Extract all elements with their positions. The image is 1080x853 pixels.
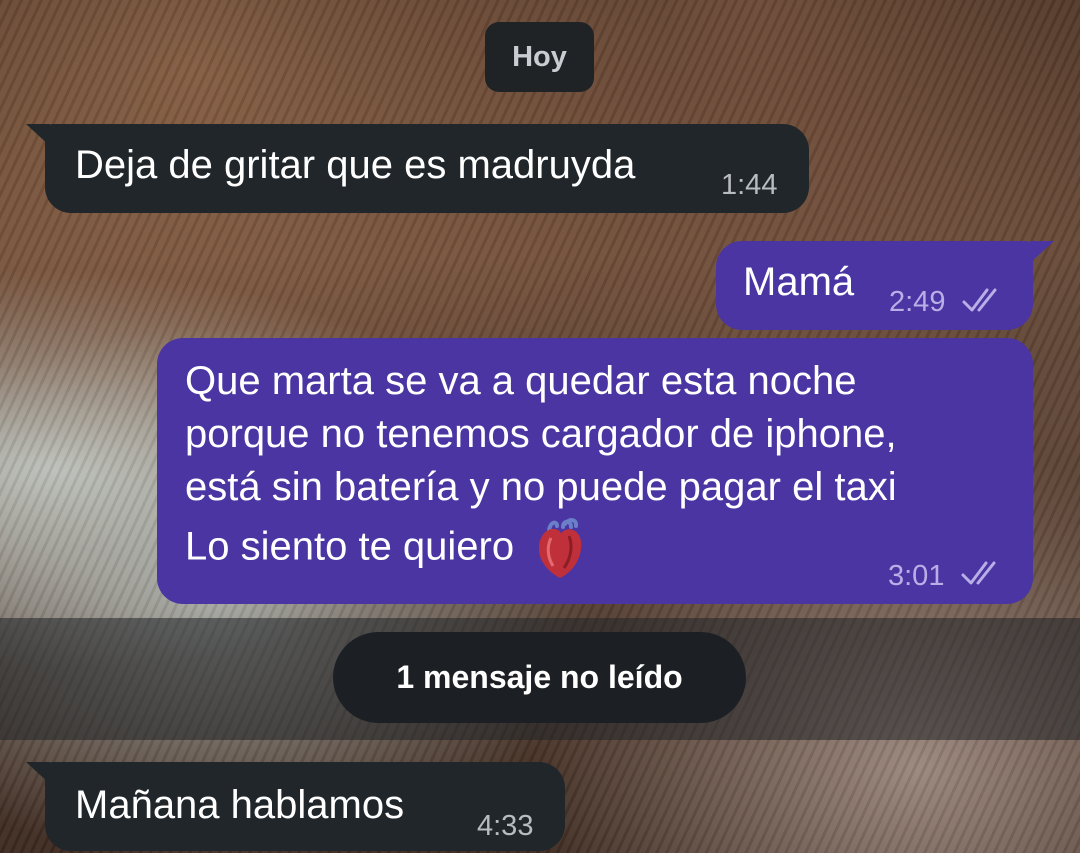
date-separator: Hoy <box>485 22 594 92</box>
unread-messages-banner[interactable]: 1 mensaje no leído <box>333 632 746 723</box>
anatomical-heart-icon <box>539 518 582 578</box>
message-text: Deja de gritar que es madruyda <box>75 143 636 187</box>
message-line: Lo siento te quiero <box>185 524 515 569</box>
message-bubble-incoming[interactable]: Mañana hablamos 4:33 <box>45 762 565 851</box>
message-time: 3:01 <box>888 560 945 592</box>
read-double-check-icon <box>962 288 997 312</box>
bubble-tail-icon <box>26 762 50 784</box>
message-line: está sin batería y no puede pagar el tax… <box>185 465 897 509</box>
read-double-check-icon <box>961 561 996 585</box>
message-line: Que marta se va a quedar esta noche <box>185 359 857 403</box>
bubble-tail-icon <box>1030 241 1054 263</box>
message-line: porque no tenemos cargador de iphone, <box>185 412 897 456</box>
message-text: Mamá <box>743 260 855 304</box>
bubble-tail-icon <box>26 124 50 146</box>
message-line-last: Lo siento te quiero <box>185 518 585 580</box>
message-text: Mañana hablamos <box>75 783 405 827</box>
message-time: 1:44 <box>721 169 778 201</box>
message-bubble-outgoing[interactable]: Mamá 2:49 <box>716 241 1033 330</box>
message-bubble-incoming[interactable]: Deja de gritar que es madruyda 1:44 <box>45 124 809 213</box>
message-bubble-outgoing[interactable]: Que marta se va a quedar esta noche porq… <box>157 338 1033 604</box>
message-time: 4:33 <box>477 810 534 842</box>
message-time: 2:49 <box>889 286 946 318</box>
